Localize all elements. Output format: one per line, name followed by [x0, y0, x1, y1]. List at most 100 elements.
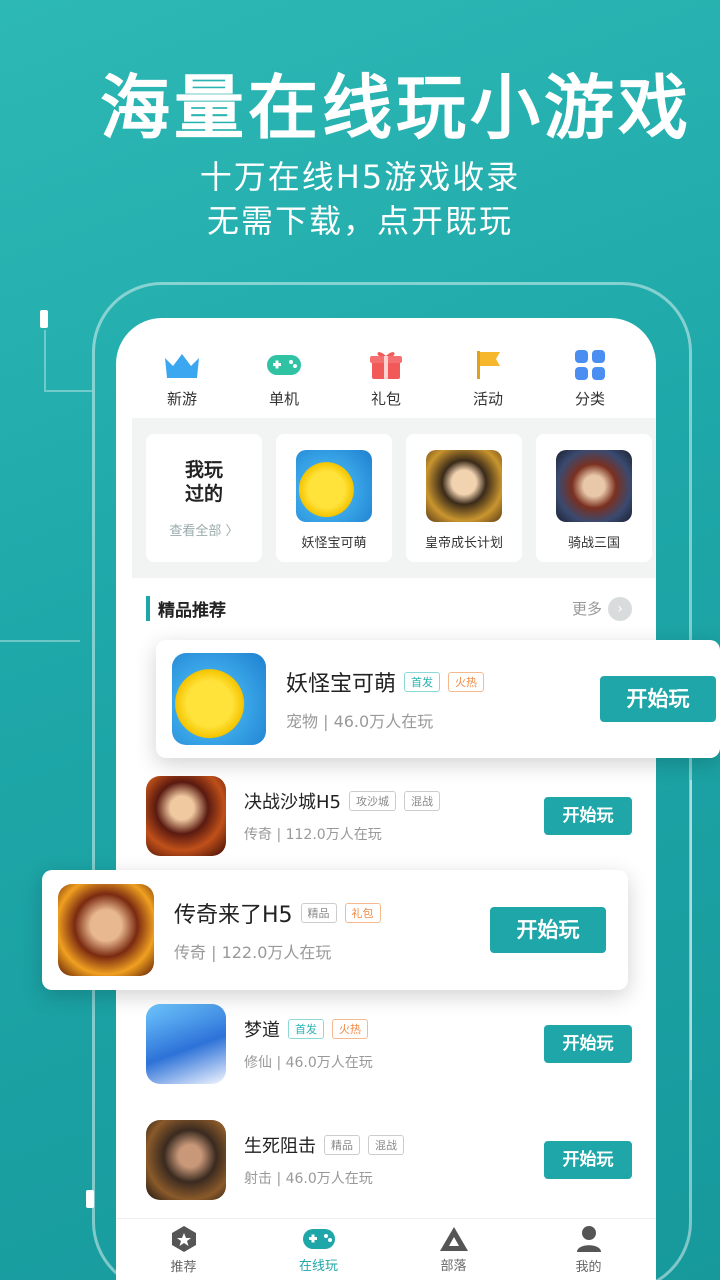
play-button[interactable]: 开始玩: [544, 797, 632, 835]
gift-icon: [367, 348, 405, 382]
game-name: 妖怪宝可萌: [286, 672, 397, 697]
nav-item-gift[interactable]: 礼包: [340, 348, 432, 409]
played-game-card[interactable]: 皇帝成长计划: [406, 434, 522, 562]
game-row[interactable]: 决战沙城H5 攻沙城 混战 传奇 | 112.0万人在玩 开始玩: [146, 776, 632, 856]
flag-icon: [469, 348, 507, 382]
top-nav: 新游 单机 礼包 活动 分类: [136, 348, 636, 409]
game-tag: 精品: [324, 1135, 360, 1155]
game-name-line: 妖怪宝可萌 首发 火热: [286, 666, 600, 698]
section-header: 精品推荐 更多 ›: [146, 596, 632, 621]
nav-label: 新游: [166, 390, 197, 408]
game-name-line: 决战沙城H5 攻沙城 混战: [244, 788, 544, 814]
more-link[interactable]: 更多 ›: [571, 596, 632, 621]
nav-label: 活动: [472, 390, 503, 408]
emperor-icon: [426, 450, 502, 522]
hero-subline-1: 十万在线H5游戏收录: [199, 158, 521, 196]
game-info: 妖怪宝可萌 首发 火热 宠物 | 46.0万人在玩: [286, 666, 600, 732]
game-name-line: 传奇来了H5 精品 礼包: [174, 897, 490, 929]
hero-headline: 海量在线玩小游戏: [100, 67, 692, 149]
tab-label: 我的: [575, 1259, 602, 1275]
game-info: 生死阻击 精品 混战 射击 | 46.0万人在玩: [244, 1132, 544, 1188]
game-name-line: 梦道 首发 火热: [244, 1016, 544, 1042]
game-row[interactable]: 梦道 首发 火热 修仙 | 46.0万人在玩 开始玩: [146, 1004, 632, 1084]
game-tag: 首发: [288, 1019, 324, 1039]
chevron-right-icon: ›: [608, 596, 632, 621]
game-icon-shengsi: [146, 1120, 226, 1200]
hero-subline-2: 无需下载，点开既玩: [206, 202, 513, 240]
tab-label: 部落: [440, 1258, 467, 1274]
game-meta: 修仙 | 46.0万人在玩: [244, 1055, 373, 1071]
user-icon: [576, 1225, 601, 1252]
game-tag: 攻沙城: [349, 791, 396, 811]
played-game-name: 皇帝成长计划: [424, 536, 503, 551]
game-tag: 首发: [404, 672, 441, 692]
crown-icon: [163, 348, 201, 382]
tab-online-play[interactable]: 在线玩: [269, 1226, 369, 1274]
play-button[interactable]: 开始玩: [600, 676, 716, 722]
nav-item-new[interactable]: 新游: [136, 348, 228, 409]
play-button[interactable]: 开始玩: [490, 907, 606, 953]
game-icon-mengdao: [146, 1004, 226, 1084]
triangle-icon: [439, 1226, 468, 1251]
game-meta: 传奇 | 112.0万人在玩: [244, 827, 382, 843]
game-name: 梦道: [244, 1020, 280, 1041]
phone-screen: 新游 单机 礼包 活动 分类 我玩 过的 查看全部 〉 妖怪宝可萌 皇帝成长计划…: [116, 318, 656, 1280]
tab-label: 推荐: [170, 1259, 197, 1275]
tab-label: 在线玩: [298, 1258, 338, 1274]
tab-recommend[interactable]: 推荐: [134, 1225, 234, 1275]
game-icon-pikachu: [172, 653, 266, 745]
more-label: 更多: [571, 600, 602, 618]
game-row[interactable]: 生死阻击 精品 混战 射击 | 46.0万人在玩 开始玩: [146, 1120, 632, 1200]
play-button[interactable]: 开始玩: [544, 1141, 632, 1179]
game-tag: 精品: [300, 903, 337, 923]
featured-game-card[interactable]: 传奇来了H5 精品 礼包 传奇 | 122.0万人在玩 开始玩: [42, 870, 628, 990]
tab-tribe[interactable]: 部落: [404, 1226, 504, 1274]
game-icon-shacheng: [146, 776, 226, 856]
game-name: 生死阻击: [244, 1136, 316, 1157]
nav-label: 礼包: [370, 390, 401, 408]
nav-item-single[interactable]: 单机: [238, 348, 330, 409]
decor-line: [0, 640, 80, 642]
played-view-all-card[interactable]: 我玩 过的 查看全部 〉: [146, 434, 262, 562]
pikachu-icon: [296, 450, 372, 522]
bottom-tab-bar: 推荐 在线玩 部落 我的: [116, 1218, 656, 1280]
decor-line: [44, 330, 46, 390]
played-game-card[interactable]: 骑战三国: [536, 434, 652, 562]
section-title: 精品推荐: [146, 596, 226, 621]
played-title-line: 过的: [184, 482, 223, 505]
played-game-card[interactable]: 妖怪宝可萌: [276, 434, 392, 562]
game-tag: 混战: [368, 1135, 404, 1155]
gamepad-icon: [302, 1228, 335, 1249]
view-all-link[interactable]: 查看全部 〉: [169, 520, 238, 539]
played-game-name: 骑战三国: [567, 536, 620, 551]
played-game-name: 妖怪宝可萌: [301, 536, 367, 551]
game-tag: 礼包: [344, 903, 381, 923]
game-meta: 射击 | 46.0万人在玩: [244, 1171, 373, 1187]
nav-label: 单机: [268, 390, 299, 408]
game-icon-chuanqi: [58, 884, 154, 976]
gamepad-icon: [265, 348, 303, 382]
nav-item-category[interactable]: 分类: [544, 348, 636, 409]
play-button[interactable]: 开始玩: [544, 1025, 632, 1063]
game-info: 梦道 首发 火热 修仙 | 46.0万人在玩: [244, 1016, 544, 1072]
decor-line: [44, 390, 92, 392]
game-name: 传奇来了H5: [174, 903, 293, 928]
game-meta: 宠物 | 46.0万人在玩: [286, 712, 434, 731]
game-tag: 火热: [332, 1019, 368, 1039]
grid-icon: [571, 348, 609, 382]
played-title: 我玩 过的: [185, 458, 223, 506]
tab-mine[interactable]: 我的: [539, 1225, 639, 1275]
game-tag: 火热: [448, 672, 485, 692]
game-tag: 混战: [404, 791, 440, 811]
hexagon-star-icon: [171, 1225, 196, 1252]
played-games-strip: 我玩 过的 查看全部 〉 妖怪宝可萌 皇帝成长计划 骑战三国: [132, 418, 656, 578]
nav-label: 分类: [574, 390, 605, 408]
nav-item-activity[interactable]: 活动: [442, 348, 534, 409]
decor-dot: [40, 310, 48, 328]
game-name: 决战沙城H5: [244, 792, 341, 813]
featured-game-card[interactable]: 妖怪宝可萌 首发 火热 宠物 | 46.0万人在玩 开始玩: [156, 640, 720, 758]
game-meta: 传奇 | 122.0万人在玩: [174, 943, 332, 962]
game-info: 传奇来了H5 精品 礼包 传奇 | 122.0万人在玩: [174, 897, 490, 963]
warrior-icon: [556, 450, 632, 522]
played-title-line: 我玩: [184, 458, 223, 481]
